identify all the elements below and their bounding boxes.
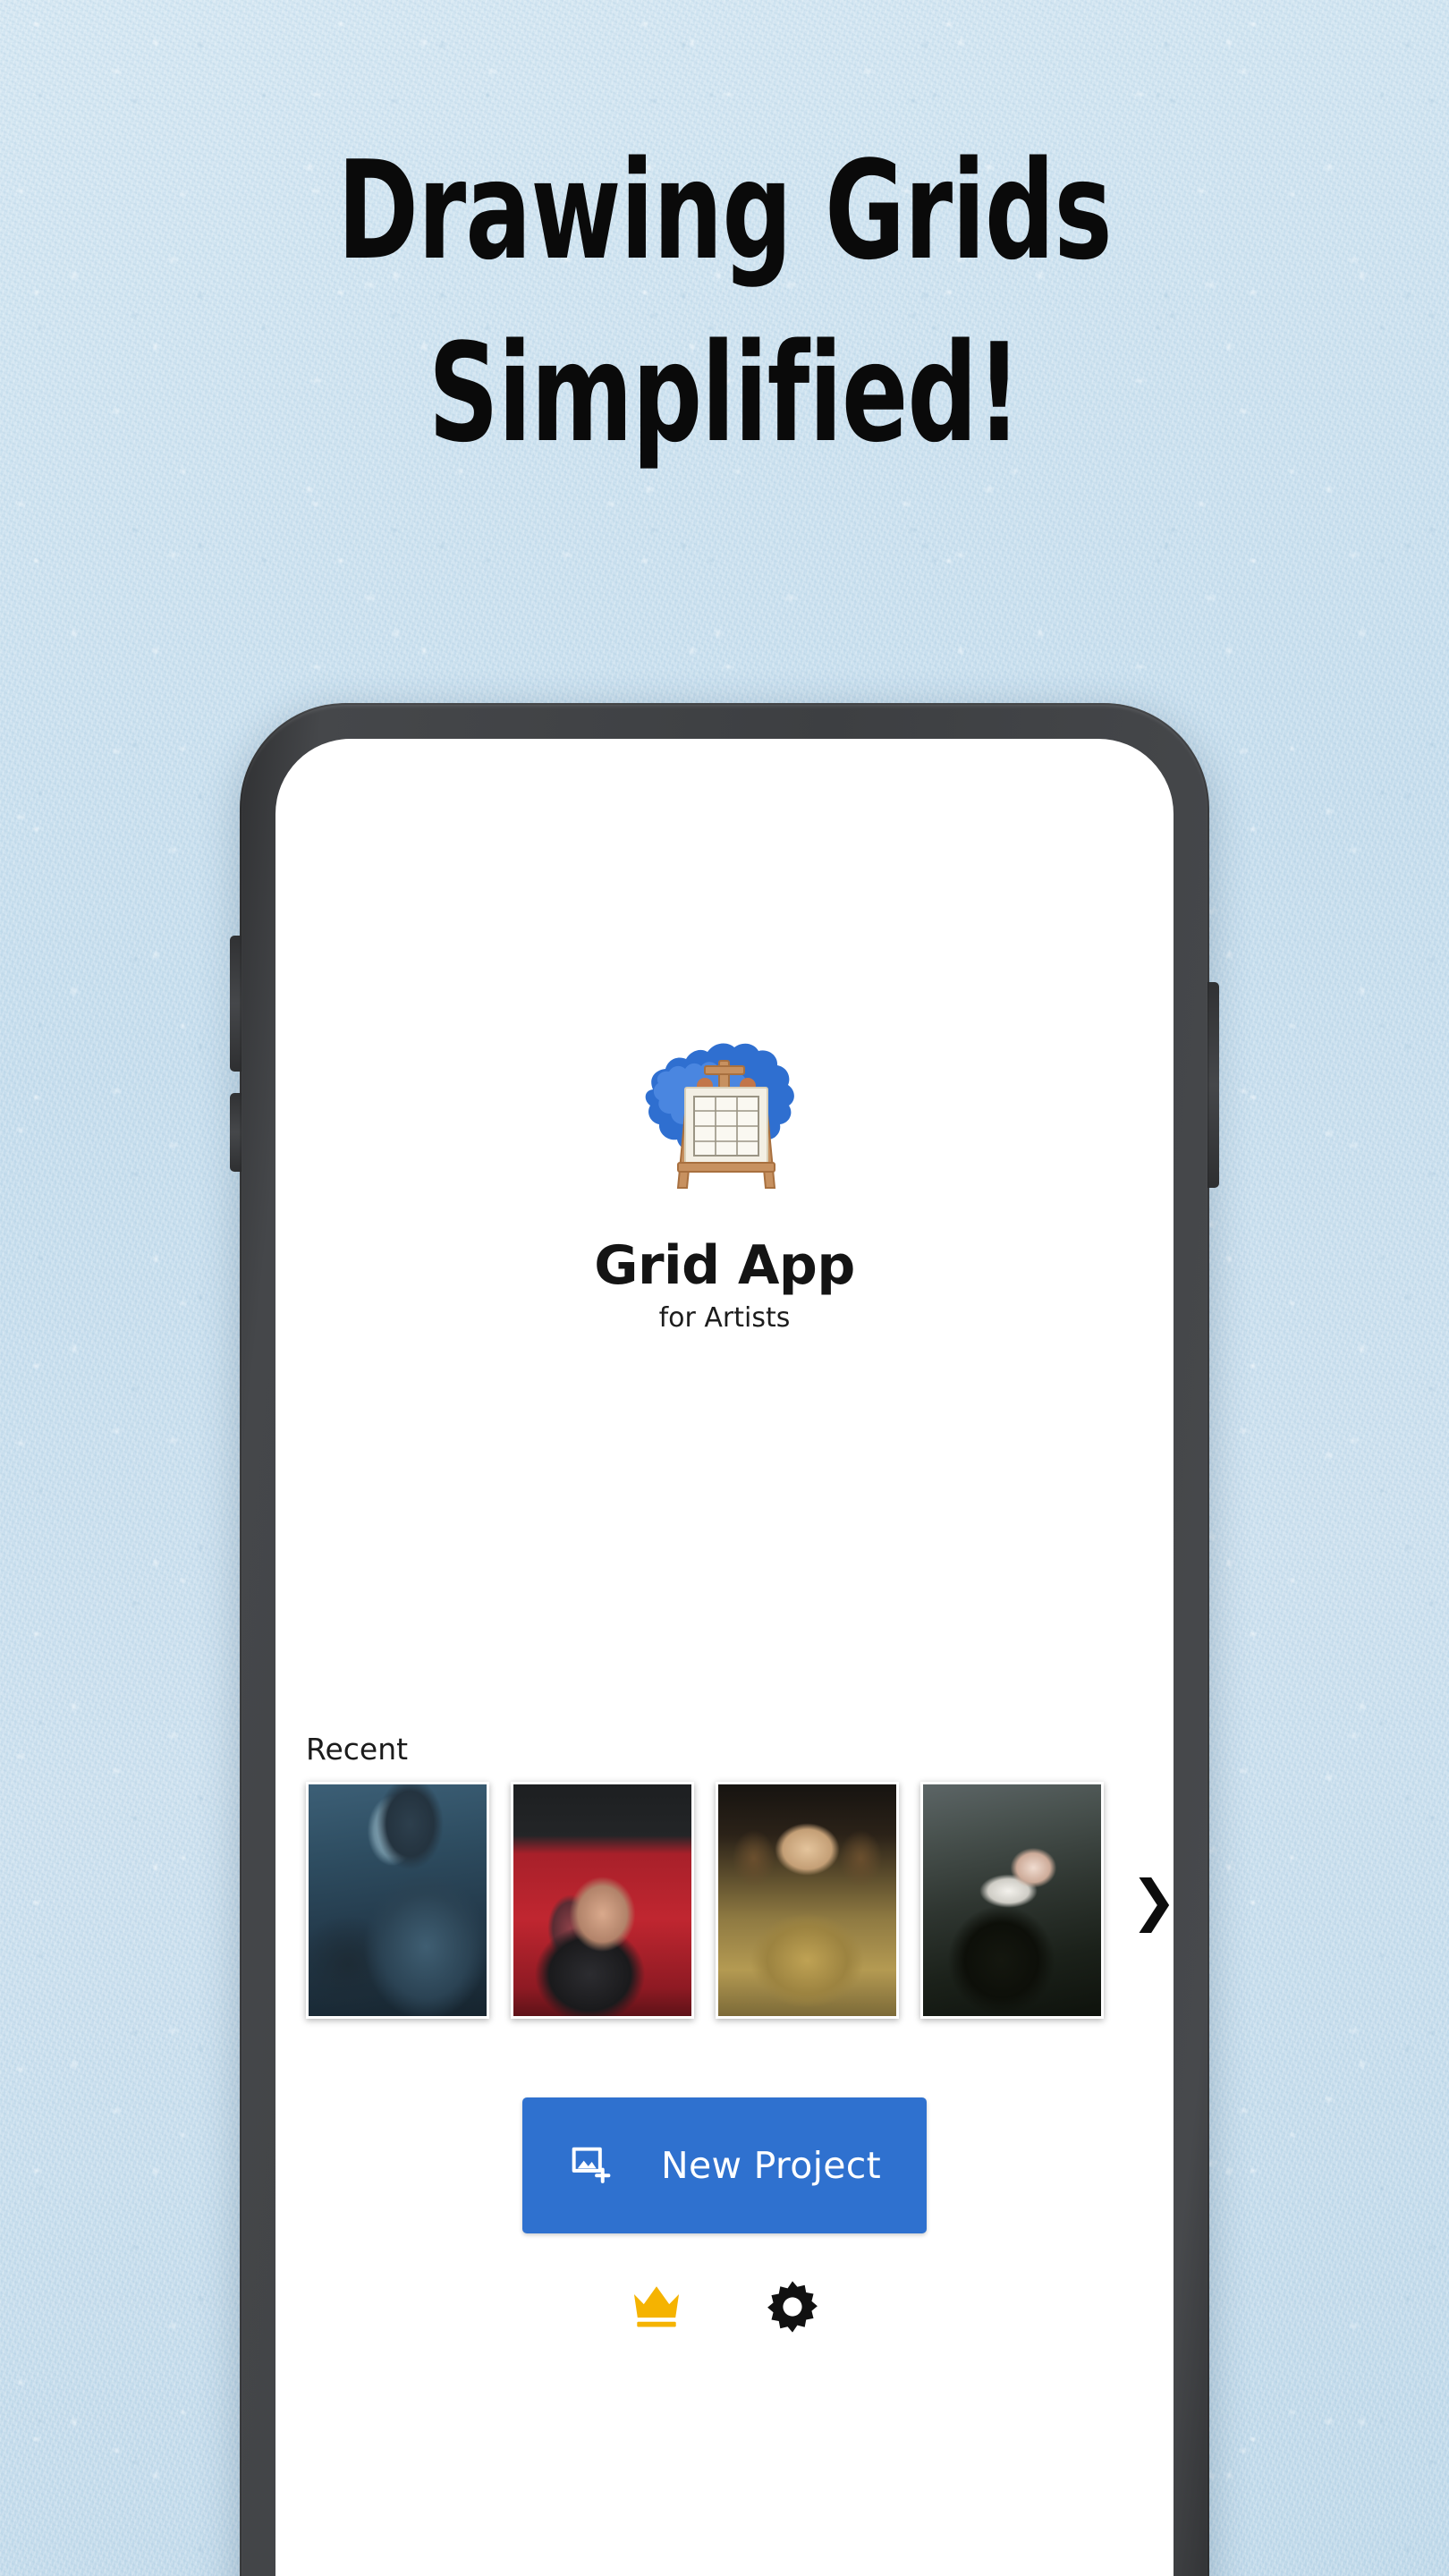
- recent-label: Recent: [306, 1732, 409, 1767]
- headline-line-1: Drawing Grids: [337, 131, 1112, 290]
- recent-thumbnail-2[interactable]: [511, 1782, 694, 2019]
- new-project-label: New Project: [660, 2144, 882, 2187]
- bottom-action-bar: [275, 2279, 1174, 2334]
- recent-thumbnail-3[interactable]: [716, 1782, 899, 2019]
- headline-line-2: Simplified!: [428, 314, 1021, 472]
- recent-section: Recent ❯: [275, 1732, 1174, 2019]
- new-project-button[interactable]: New Project: [522, 2097, 927, 2233]
- promo-headline: Drawing Grids Simplified!: [145, 143, 1304, 462]
- volume-down-button[interactable]: [230, 1093, 242, 1172]
- add-photo-icon: [572, 2147, 611, 2183]
- recent-thumbnail-4[interactable]: [920, 1782, 1104, 2019]
- recent-thumbnail-1[interactable]: [306, 1782, 489, 2019]
- recent-thumbnail-list[interactable]: ❯: [275, 1782, 1174, 2019]
- volume-up-button[interactable]: [230, 936, 242, 1072]
- app-name: Grid App: [594, 1234, 855, 1297]
- app-logo-block: Grid App for Artists: [275, 1025, 1174, 1334]
- easel-grid-logo-icon: [645, 1043, 794, 1189]
- chevron-right-icon[interactable]: ❯: [1131, 1872, 1174, 1928]
- crown-icon[interactable]: [629, 2279, 684, 2334]
- power-button[interactable]: [1208, 982, 1219, 1188]
- app-tagline: for Artists: [658, 1302, 791, 1334]
- phone-screen: Grid App for Artists Recent ❯ New Projec…: [275, 739, 1174, 2576]
- gear-icon[interactable]: [765, 2279, 820, 2334]
- phone-mockup: Grid App for Artists Recent ❯ New Projec…: [230, 703, 1219, 2576]
